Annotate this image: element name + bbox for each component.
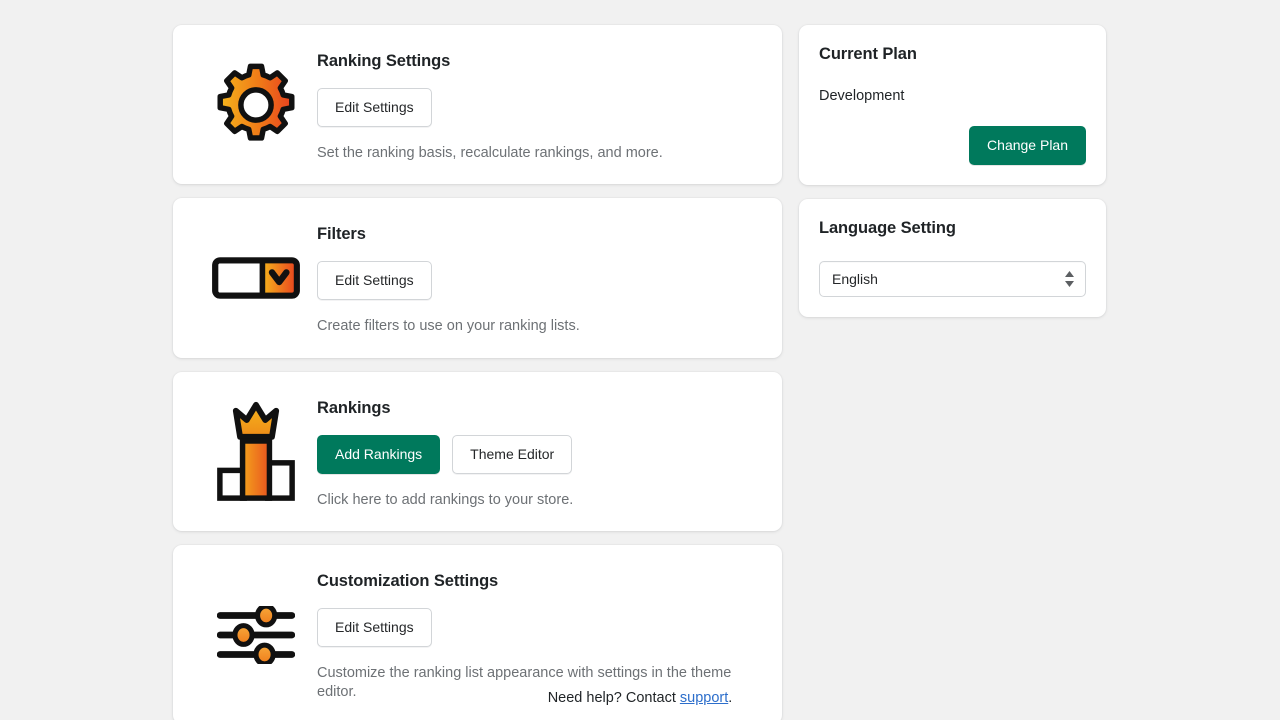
- card-ranking-settings: Ranking Settings Edit Settings Set the r…: [173, 25, 782, 185]
- language-select-wrap: English: [819, 261, 1086, 297]
- card-actions: Edit Settings: [317, 608, 758, 648]
- current-plan-name: Development: [819, 88, 905, 104]
- dropdown-filter-icon-wrap: [195, 257, 317, 299]
- current-plan-title: Current Plan: [819, 45, 917, 63]
- podium-crown-icon-wrap: [195, 399, 317, 504]
- card-actions: Edit Settings: [317, 87, 758, 127]
- card-title: Rankings: [317, 398, 391, 417]
- card-rankings: Rankings Add Rankings Theme Editor Click…: [173, 371, 782, 532]
- add-rankings-button[interactable]: Add Rankings: [317, 434, 441, 474]
- card-description: Create filters to use on your ranking li…: [317, 318, 580, 335]
- gear-icon-wrap: [195, 63, 317, 147]
- card-actions: Add Rankings Theme Editor: [317, 434, 758, 474]
- language-select[interactable]: English: [819, 261, 1086, 297]
- theme-editor-button[interactable]: Theme Editor: [452, 434, 573, 474]
- gear-icon: [217, 63, 295, 141]
- panel-current-plan: Current Plan Development Change Plan: [799, 25, 1106, 185]
- podium-crown-icon: [217, 402, 295, 502]
- edit-filters-button[interactable]: Edit Settings: [317, 261, 432, 301]
- edit-customization-settings-button[interactable]: Edit Settings: [317, 608, 432, 648]
- footer-text-after: .: [728, 690, 733, 706]
- card-title: Ranking Settings: [317, 52, 451, 70]
- edit-ranking-settings-button[interactable]: Edit Settings: [317, 87, 432, 127]
- card-filters: Filters Edit Settings Create filters to …: [173, 198, 782, 358]
- footer-text-before: Need help? Contact: [547, 690, 680, 706]
- side-column: Current Plan Development Change Plan Lan…: [799, 25, 1106, 331]
- main-column: Ranking Settings Edit Settings Set the r…: [173, 25, 782, 720]
- sliders-icon: [217, 605, 295, 664]
- card-description: Set the ranking basis, recalculate ranki…: [317, 144, 663, 161]
- panel-language-setting: Language Setting English: [799, 199, 1106, 317]
- footer: Need help? Contact support.: [0, 690, 1280, 706]
- language-setting-title: Language Setting: [819, 219, 956, 237]
- current-plan-actions: Change Plan: [819, 126, 1086, 165]
- app-root: Ranking Settings Edit Settings Set the r…: [0, 0, 1280, 720]
- dropdown-filter-icon: [212, 257, 300, 299]
- sliders-icon-wrap: [195, 605, 317, 664]
- support-link[interactable]: support: [680, 690, 728, 706]
- card-actions: Edit Settings: [317, 261, 758, 301]
- card-title: Filters: [317, 225, 366, 244]
- change-plan-button[interactable]: Change Plan: [969, 126, 1086, 165]
- card-description: Click here to add rankings to your store…: [317, 491, 574, 508]
- card-title: Customization Settings: [317, 572, 499, 591]
